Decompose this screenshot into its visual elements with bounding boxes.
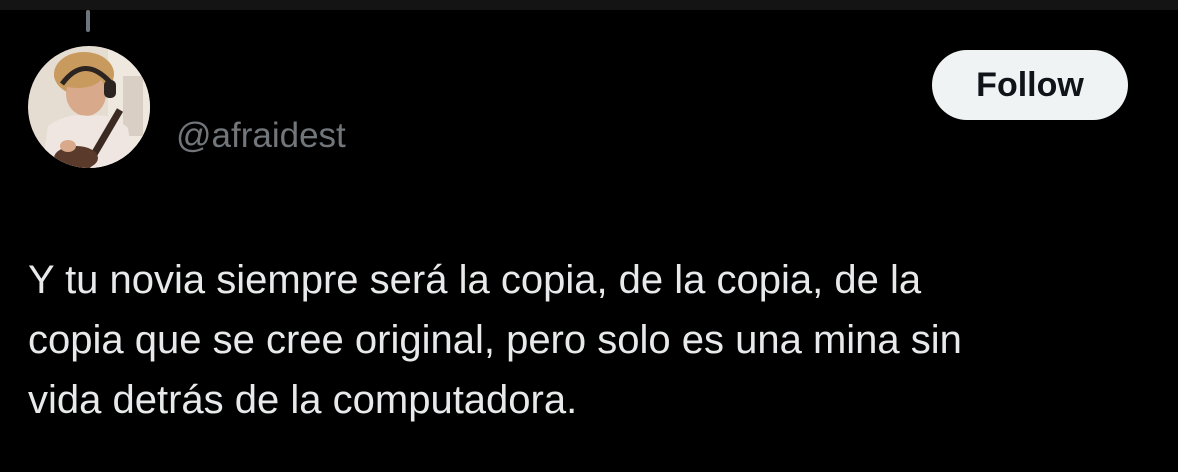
tweet-text: Y tu novia siempre será la copia, de la … xyxy=(28,250,1148,430)
user-handle[interactable]: @afraidest xyxy=(176,116,346,156)
follow-button[interactable]: Follow xyxy=(932,50,1128,120)
avatar[interactable] xyxy=(28,46,150,168)
tweet-text-line: Y tu novia siempre será la copia, de la … xyxy=(28,258,922,302)
tweet-text-line: vida detrás de la computadora. xyxy=(28,378,578,422)
thread-connector-line xyxy=(86,10,90,32)
tweet-text-line: copia que se cree original, pero solo es… xyxy=(28,318,962,362)
top-border-strip xyxy=(0,0,1178,10)
